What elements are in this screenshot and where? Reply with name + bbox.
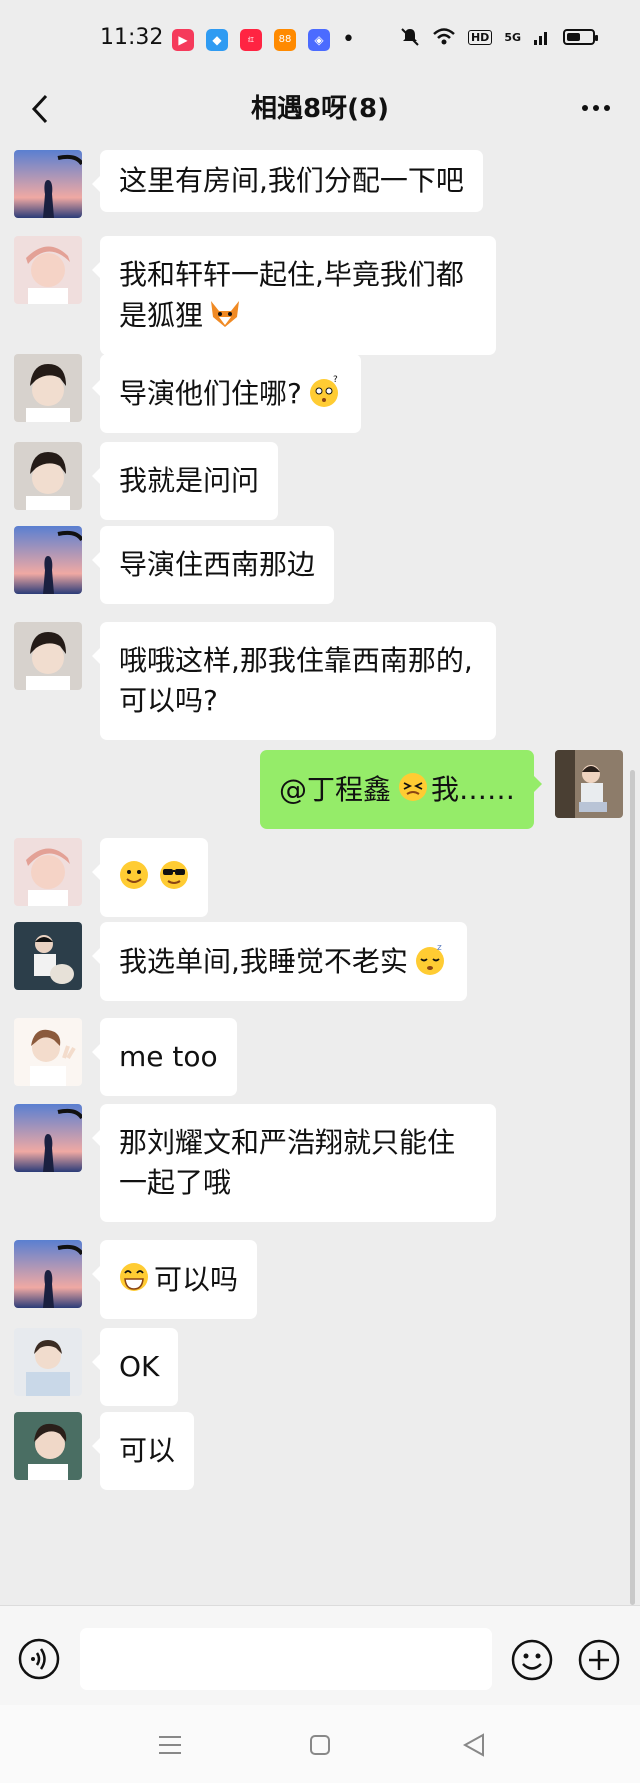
sunset-silhouette-avatar[interactable] (14, 150, 82, 218)
message-bubble[interactable] (92, 838, 208, 917)
message-row: 这里有房间,我们分配一下吧 (0, 140, 640, 218)
thinking-face-emoji-icon: ? (309, 375, 338, 407)
message-row (0, 828, 640, 917)
message-text: @丁程鑫 (278, 773, 391, 806)
shape-app-icon: ◈ (308, 28, 330, 51)
smile-face-emoji-icon (120, 861, 148, 889)
voice-input-icon[interactable] (18, 1638, 60, 1680)
pink-hair-boy-avatar[interactable] (14, 838, 82, 906)
message-row-mine: @丁程鑫 我…… (0, 740, 640, 829)
message-bubble[interactable]: 我就是问问 (91, 442, 279, 520)
message-row: 可以 (0, 1402, 640, 1490)
game-app-icon: 88 (274, 28, 296, 51)
message-bubble[interactable]: 这里有房间,我们分配一下吧 (92, 150, 483, 212)
sunset-silhouette-avatar[interactable] (14, 1104, 82, 1172)
hd-label: HD (467, 29, 493, 45)
xiaohongshu-app-icon: 红 (240, 28, 262, 51)
system-navigation-bar (0, 1705, 640, 1783)
side-profile-boy-avatar[interactable] (14, 1412, 82, 1480)
sunglasses-face-emoji-icon (160, 861, 188, 889)
svg-text:z: z (437, 943, 442, 953)
message-row: 我和轩轩一起住,毕竟我们都是狐狸 (0, 226, 640, 355)
chat-header: 相遇8呀(8) (0, 80, 640, 140)
message-text: 导演他们住哪? (119, 377, 302, 410)
notification-app-icons: ▶ ◆ 红 88 ◈ • (172, 27, 355, 52)
chat-title: 相遇8呀(8) (251, 94, 389, 124)
message-row: 那刘耀文和严浩翔就只能住一起了哦 (0, 1094, 640, 1230)
message-row: 哦哦这样,那我住靠西南那的,可以吗? (0, 612, 640, 740)
message-text: 导演住西南那边 (119, 548, 316, 581)
message-bubble[interactable]: @丁程鑫 我…… (259, 750, 543, 829)
network-label: 5G (504, 30, 521, 44)
message-text: 可以吗 (154, 1263, 239, 1296)
message-text: 那刘耀文和严浩翔就只能住一起了哦 (119, 1126, 456, 1199)
status-time: 11:32 (100, 25, 164, 50)
message-row: 可以吗 (0, 1230, 640, 1319)
message-row: 导演住西南那边 (0, 516, 640, 612)
boy-peace-sign-avatar[interactable] (14, 1018, 82, 1086)
message-bubble[interactable]: 导演他们住哪?? (92, 354, 361, 433)
sunset-silhouette-avatar[interactable] (14, 526, 82, 594)
message-text: 我选单间,我睡觉不老实 (119, 945, 408, 978)
light-shirt-boy-avatar[interactable] (14, 1328, 82, 1396)
message-text: me too (119, 1040, 218, 1073)
message-bubble[interactable]: me too (92, 1018, 237, 1096)
message-bubble[interactable]: 我选单间,我睡觉不老实 z (92, 922, 467, 1001)
video-app-icon: ▶ (172, 28, 194, 51)
menu-icon[interactable] (150, 1725, 190, 1765)
bird-app-icon: ◆ (206, 28, 228, 51)
message-row: 导演他们住哪?? (0, 344, 640, 433)
message-text: 这里有房间,我们分配一下吧 (119, 164, 464, 197)
message-bubble[interactable]: 可以吗 (91, 1240, 258, 1319)
message-row: 我就是问问 (0, 432, 640, 520)
signal-icon (534, 32, 547, 45)
sleeping-face-emoji-icon: z (415, 943, 444, 975)
message-row: me too (0, 1008, 640, 1096)
status-bar: 11:32 ▶ ◆ 红 88 ◈ • HD 5G (0, 0, 640, 80)
pink-hair-boy-avatar[interactable] (14, 236, 82, 304)
message-bubble[interactable]: 可以 (91, 1412, 195, 1490)
status-indicators: HD 5G (400, 27, 598, 47)
wifi-icon (433, 28, 455, 45)
fox-emoji-icon (211, 301, 240, 327)
message-list[interactable]: 这里有房间,我们分配一下吧 我和轩轩一起住,毕竟我们都是狐狸 导演他们住哪?? … (0, 140, 640, 1605)
message-bubble[interactable]: 哦哦这样,那我住靠西南那的,可以吗? (92, 622, 496, 740)
message-text: 哦哦这样,那我住靠西南那的,可以吗? (119, 644, 473, 717)
message-text: 我和轩轩一起住,毕竟我们都是狐狸 (119, 258, 464, 332)
grin-face-emoji-icon (120, 1263, 148, 1291)
message-bubble[interactable]: 那刘耀文和严浩翔就只能住一起了哦 (92, 1104, 496, 1222)
emoji-picker-icon[interactable] (510, 1638, 554, 1682)
dark-hair-boy-avatar[interactable] (14, 622, 82, 690)
dark-hair-boy-avatar[interactable] (14, 442, 82, 510)
more-functions-plus-icon[interactable] (577, 1638, 621, 1682)
message-row: 我选单间,我睡觉不老实 z (0, 912, 640, 1008)
mute-bell-icon (401, 28, 419, 46)
more-options-icon[interactable] (580, 92, 612, 124)
notification-dot: • (342, 27, 355, 52)
battery-icon (563, 29, 598, 45)
message-row: OK (0, 1318, 640, 1406)
message-input[interactable] (80, 1628, 492, 1690)
dark-hair-boy-avatar[interactable] (14, 354, 82, 422)
input-bar (0, 1605, 640, 1706)
message-text: 我就是问问 (119, 464, 260, 497)
message-bubble[interactable]: 我和轩轩一起住,毕竟我们都是狐狸 (92, 236, 496, 355)
boy-with-dog-avatar[interactable] (14, 922, 82, 990)
back-triangle-icon[interactable] (455, 1725, 495, 1765)
message-text: 可以 (119, 1434, 176, 1467)
message-bubble[interactable]: OK (91, 1328, 179, 1406)
message-text-tail: 我…… (430, 773, 515, 806)
svg-text:?: ? (333, 375, 338, 385)
scrollbar[interactable] (630, 770, 635, 1605)
sitting-boy-avatar[interactable] (555, 750, 623, 818)
tongue-face-emoji-icon (398, 773, 427, 801)
home-icon[interactable] (300, 1725, 340, 1765)
message-bubble[interactable]: 导演住西南那边 (91, 526, 335, 604)
sunset-silhouette-avatar[interactable] (14, 1240, 82, 1308)
message-text: OK (119, 1350, 160, 1383)
